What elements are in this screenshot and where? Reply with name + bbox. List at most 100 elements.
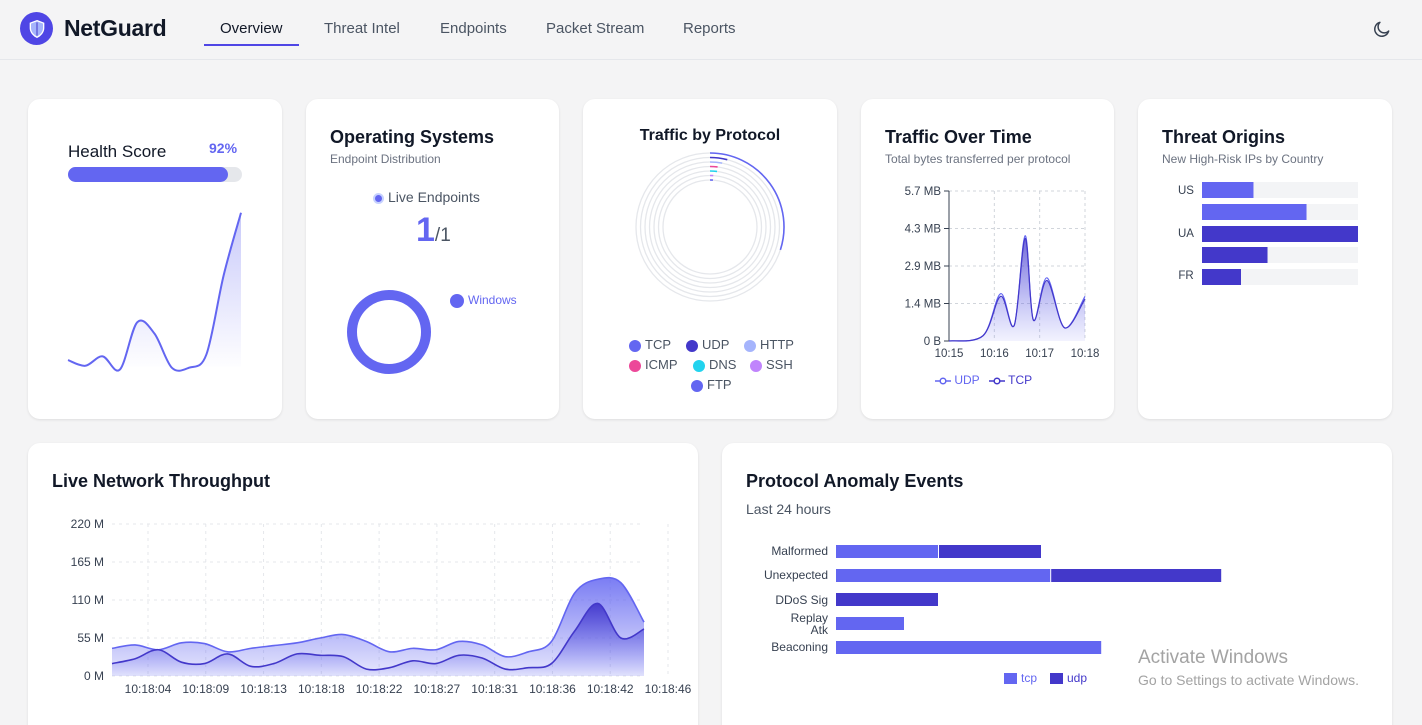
traffic-y-tick: 0 B bbox=[924, 336, 942, 348]
tcp-swatch bbox=[1004, 673, 1017, 685]
http-dot bbox=[744, 339, 756, 352]
throughput-x-tick: 10:18:27 bbox=[414, 682, 461, 696]
ssh-label: SSH bbox=[766, 357, 793, 372]
traffic-legend-udp[interactable]: UDP bbox=[935, 373, 980, 388]
traffic-legend-tcp[interactable]: TCP bbox=[989, 373, 1032, 388]
activate-windows-hint: Go to Settings to activate Windows. bbox=[1138, 672, 1359, 688]
protocol-legend-icmp[interactable]: ICMP bbox=[629, 357, 678, 372]
os-donut-chart bbox=[347, 290, 431, 374]
operating-systems-card: Operating Systems Endpoint Distribution … bbox=[306, 99, 559, 419]
threat-bar[interactable] bbox=[1202, 204, 1307, 220]
udp-line-marker-icon bbox=[935, 374, 951, 388]
tcp-label: TCP bbox=[645, 337, 671, 352]
throughput-y-tick: 55 M bbox=[77, 631, 104, 645]
throughput-x-tick: 10:18:42 bbox=[587, 682, 634, 696]
threat-bar[interactable] bbox=[1202, 247, 1268, 263]
nav-tab-threat-intel[interactable]: Threat Intel bbox=[324, 20, 400, 37]
throughput-y-tick: 220 M bbox=[71, 517, 104, 531]
top-navigation-bar: NetGuard Overview Threat Intel Endpoints… bbox=[0, 0, 1422, 60]
throughput-x-tick: 10:18:36 bbox=[529, 682, 576, 696]
nav-tab-packet-stream[interactable]: Packet Stream bbox=[546, 20, 644, 37]
nav-active-indicator bbox=[204, 44, 299, 46]
shield-icon bbox=[29, 19, 44, 38]
protocol-ring-track bbox=[662, 179, 758, 275]
anomaly-bar-tcp[interactable] bbox=[836, 641, 1102, 654]
nav-tab-reports[interactable]: Reports bbox=[683, 20, 736, 37]
tcp-swatch-label: tcp bbox=[1021, 671, 1038, 685]
protocol-legend-ssh[interactable]: SSH bbox=[750, 357, 793, 372]
anomaly-category-label: Unexpected bbox=[764, 568, 828, 582]
live-endpoints-text: Live Endpoints bbox=[388, 189, 480, 205]
throughput-x-tick: 10:18:46 bbox=[645, 682, 692, 696]
protocol-ring-track bbox=[653, 170, 767, 284]
protocol-legend-tcp[interactable]: TCP bbox=[629, 337, 671, 352]
health-sparkline-chart bbox=[67, 212, 242, 372]
anomaly-category-label: DDoS Sig bbox=[775, 593, 828, 607]
os-title: Operating Systems bbox=[330, 127, 495, 147]
traffic-x-tick: 10:16 bbox=[980, 348, 1009, 360]
udp-label: UDP bbox=[702, 337, 730, 352]
windows-legend-label: Windows bbox=[468, 293, 517, 307]
protocol-arc-http[interactable] bbox=[709, 161, 723, 164]
protocol-ring-track bbox=[644, 161, 776, 293]
throughput-x-tick: 10:18:31 bbox=[471, 682, 518, 696]
tcp-line-marker-icon bbox=[989, 374, 1005, 388]
dns-dot bbox=[693, 359, 705, 372]
protocol-legend-udp[interactable]: UDP bbox=[686, 337, 729, 352]
threat-bar[interactable] bbox=[1202, 226, 1358, 242]
traffic-y-tick: 1.4 MB bbox=[905, 299, 942, 311]
throughput-x-tick: 10:18:13 bbox=[240, 682, 287, 696]
moon-icon[interactable] bbox=[1372, 19, 1392, 39]
udp-swatch bbox=[1050, 673, 1063, 685]
os-donut-slice-windows[interactable] bbox=[347, 290, 431, 374]
ssh-dot bbox=[750, 359, 762, 372]
traffic-y-tick: 2.9 MB bbox=[905, 261, 942, 273]
shield-logo-icon[interactable] bbox=[20, 12, 53, 45]
protocol-arc-udp[interactable] bbox=[709, 156, 728, 161]
threat-bar-chart: US UA FR bbox=[1178, 182, 1358, 285]
throughput-x-tick: 10:18:04 bbox=[125, 682, 172, 696]
throughput-y-tick: 0 M bbox=[84, 669, 104, 683]
udp-dot bbox=[686, 339, 698, 352]
tcp-dot bbox=[629, 339, 641, 352]
app-brand-name[interactable]: NetGuard bbox=[64, 15, 167, 42]
ftp-label: FTP bbox=[707, 377, 732, 392]
protocol-legend-dns[interactable]: DNS bbox=[693, 357, 736, 372]
threat-bar[interactable] bbox=[1202, 182, 1254, 198]
traffic-over-time-card: Traffic Over Time Total bytes transferre… bbox=[861, 99, 1114, 419]
anomaly-bar-udp[interactable] bbox=[1051, 569, 1222, 582]
traffic-x-tick: 10:18 bbox=[1071, 348, 1100, 360]
traffic-x-tick: 10:15 bbox=[935, 348, 964, 360]
traffic-y-tick: 4.3 MB bbox=[905, 224, 942, 236]
anomaly-bar-tcp[interactable] bbox=[836, 617, 904, 630]
anomaly-legend-tcp[interactable]: tcp bbox=[1004, 671, 1037, 685]
traffic-time-chart: 10:15 10:16 10:17 10:18 5.7 MB 4.3 MB 2.9 MB 1.… bbox=[905, 186, 1100, 360]
health-area-fill bbox=[68, 212, 241, 371]
traffic-x-tick: 10:17 bbox=[1025, 348, 1054, 360]
nav-tab-endpoints[interactable]: Endpoints bbox=[440, 20, 507, 37]
threat-origins-card: Threat Origins New High-Risk IPs by Coun… bbox=[1138, 99, 1392, 419]
threat-bar[interactable] bbox=[1202, 269, 1241, 285]
anomaly-bar-udp[interactable] bbox=[939, 545, 1041, 558]
health-score-card: Health Score 92% bbox=[28, 99, 282, 419]
anomaly-bar-udp[interactable] bbox=[836, 593, 938, 606]
protocol-ring-track bbox=[657, 174, 763, 280]
nav-tab-overview[interactable]: Overview bbox=[220, 20, 283, 37]
anomaly-legend-udp[interactable]: udp bbox=[1050, 671, 1087, 685]
os-legend-windows[interactable]: Windows bbox=[450, 293, 517, 308]
anomaly-bar-tcp[interactable] bbox=[836, 545, 938, 558]
traffic-y-tick: 5.7 MB bbox=[905, 186, 942, 198]
anomaly-bar-tcp[interactable] bbox=[836, 569, 1051, 582]
protocol-legend-http[interactable]: HTTP bbox=[744, 337, 794, 352]
protocol-ring-track bbox=[648, 165, 772, 289]
throughput-chart: 220 M 165 M 110 M 55 M 0 M 10:18:04 10:18:09 10… bbox=[71, 517, 692, 696]
protocol-legend-ftp[interactable]: FTP bbox=[691, 377, 732, 392]
live-throughput-card: Live Network Throughput 220 M 165 M 110 M5… bbox=[28, 443, 698, 725]
ftp-dot bbox=[691, 379, 703, 392]
live-endpoints-dot bbox=[373, 192, 384, 204]
throughput-x-tick: 10:18:22 bbox=[356, 682, 403, 696]
throughput-y-tick: 165 M bbox=[71, 555, 104, 569]
udp-legend-label: UDP bbox=[954, 373, 980, 387]
anomaly-category-label: Atk bbox=[811, 623, 829, 637]
dns-label: DNS bbox=[709, 357, 737, 372]
